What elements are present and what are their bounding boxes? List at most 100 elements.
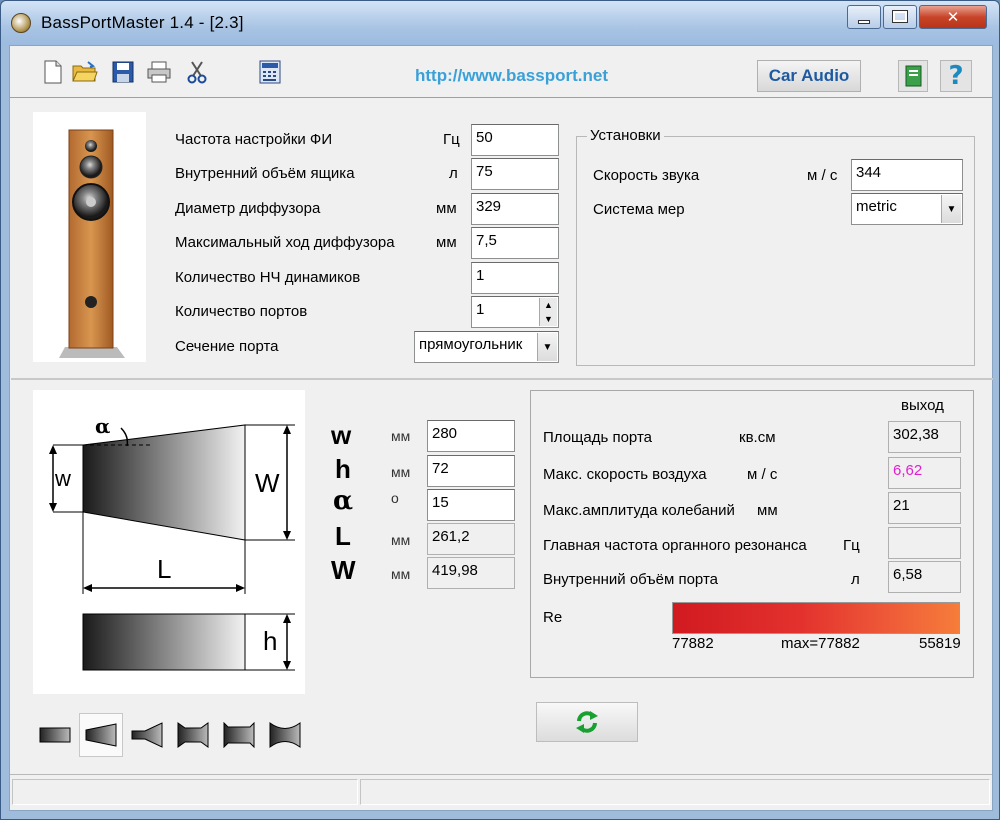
cut-icon[interactable] bbox=[184, 59, 210, 85]
website-link[interactable]: http://www.bassport.net bbox=[415, 66, 608, 86]
amplitude-output: 21 bbox=[888, 492, 961, 524]
l-unit: мм bbox=[391, 532, 411, 548]
length-label: L bbox=[157, 554, 172, 584]
air-speed-label: Макс. скорость воздуха bbox=[543, 466, 707, 483]
parameters-panel: Частота настройки ФИ Гц 50 Внутренний об… bbox=[11, 98, 993, 380]
sound-speed-input[interactable]: 344 bbox=[851, 159, 963, 191]
cone-diameter-input[interactable]: 329 bbox=[471, 193, 559, 225]
sound-speed-label: Скорость звука bbox=[593, 167, 700, 184]
status-segment-right bbox=[360, 779, 990, 805]
alpha-input[interactable]: 15 bbox=[427, 489, 515, 521]
horn-port-icon[interactable] bbox=[125, 713, 169, 757]
rectangle-port-icon[interactable] bbox=[33, 713, 77, 757]
minimize-button[interactable] bbox=[847, 5, 881, 29]
w-symbol: w bbox=[331, 420, 352, 450]
small-w-label: w bbox=[55, 466, 71, 491]
l-symbol: L bbox=[335, 521, 351, 551]
chevron-down-icon[interactable]: ▼ bbox=[537, 333, 557, 361]
sound-speed-unit: м / с bbox=[807, 167, 838, 184]
h-symbol: h bbox=[335, 454, 351, 484]
chevron-down-icon[interactable]: ▼ bbox=[941, 195, 961, 223]
port-volume-output: 6,58 bbox=[888, 561, 961, 593]
app-icon bbox=[11, 13, 31, 33]
port-section-label: Сечение порта bbox=[175, 338, 279, 355]
port-area-unit: кв.см bbox=[739, 429, 776, 446]
status-bar bbox=[10, 774, 992, 810]
new-file-icon[interactable] bbox=[40, 59, 66, 85]
spin-down-icon[interactable]: ▼ bbox=[540, 312, 557, 326]
tuning-frequency-unit: Гц bbox=[443, 131, 460, 148]
help-icon[interactable]: ? bbox=[940, 60, 972, 92]
w-input[interactable]: 280 bbox=[427, 420, 515, 452]
port-section-value: прямоугольник bbox=[419, 336, 523, 353]
port-area-label: Площадь порта bbox=[543, 429, 652, 446]
book-icon[interactable] bbox=[898, 60, 928, 92]
height-label: h bbox=[263, 626, 278, 656]
speaker-image bbox=[33, 112, 146, 362]
h-unit: мм bbox=[391, 464, 411, 480]
box-volume-input[interactable]: 75 bbox=[471, 158, 559, 190]
refresh-icon bbox=[576, 711, 598, 733]
port-diagram: α w W L h bbox=[33, 390, 305, 694]
port-count-label: Количество портов bbox=[175, 303, 308, 320]
big-w-unit: мм bbox=[391, 566, 411, 582]
toolbar: http://www.bassport.net Car Audio ? bbox=[10, 46, 992, 98]
spin-arrows[interactable]: ▲ ▼ bbox=[539, 298, 557, 326]
woofer-count-input[interactable]: 1 bbox=[471, 262, 559, 294]
amplitude-label: Макс.амплитуда колебаний bbox=[543, 502, 735, 519]
l-output: 261,2 bbox=[427, 523, 515, 555]
big-w-output: 419,98 bbox=[427, 557, 515, 589]
reynolds-label: Re bbox=[543, 609, 563, 626]
reynolds-end: 55819 bbox=[919, 635, 961, 652]
port-count-spinner[interactable]: 1 ▲ ▼ bbox=[471, 296, 559, 328]
port-volume-unit: л bbox=[851, 571, 860, 588]
save-icon[interactable] bbox=[110, 59, 136, 85]
port-count-value: 1 bbox=[476, 301, 485, 318]
port-section-select[interactable]: прямоугольник ▼ bbox=[414, 331, 559, 363]
car-audio-button[interactable]: Car Audio bbox=[757, 60, 861, 92]
alpha-symbol: α bbox=[333, 486, 354, 516]
settings-title: Установки bbox=[587, 127, 664, 144]
cone-excursion-label: Максимальный ход диффузора bbox=[175, 234, 395, 251]
double-flare-port-icon[interactable] bbox=[171, 713, 215, 757]
print-icon[interactable] bbox=[146, 59, 172, 85]
reynolds-max: max=77882 bbox=[781, 635, 860, 652]
i-beam-port-icon[interactable] bbox=[217, 713, 261, 757]
status-segment-left bbox=[12, 779, 358, 805]
tuning-frequency-input[interactable]: 50 bbox=[471, 124, 559, 156]
organ-resonance-label: Главная частота органного резонанса bbox=[543, 537, 807, 554]
alpha-label: α bbox=[95, 414, 111, 438]
tapered-port-icon[interactable] bbox=[79, 713, 123, 757]
port-volume-label: Внутренний объём порта bbox=[543, 571, 718, 588]
big-w-label: W bbox=[255, 468, 280, 498]
window-title: BassPortMaster 1.4 - [2.3] bbox=[41, 13, 244, 32]
w-unit: мм bbox=[391, 428, 411, 444]
results-panel: выход Площадь порта кв.см 302,38 Макс. с… bbox=[530, 390, 974, 678]
spin-up-icon[interactable]: ▲ bbox=[540, 298, 557, 312]
air-speed-output: 6,62 bbox=[888, 457, 961, 489]
measure-system-select[interactable]: metric ▼ bbox=[851, 193, 963, 225]
refresh-button[interactable] bbox=[536, 702, 638, 742]
amplitude-unit: мм bbox=[757, 502, 778, 519]
box-volume-unit: л bbox=[449, 165, 458, 182]
alpha-unit: o bbox=[391, 490, 399, 506]
close-button[interactable]: ✕ bbox=[919, 5, 987, 29]
cone-excursion-input[interactable]: 7,5 bbox=[471, 227, 559, 259]
calculator-icon[interactable] bbox=[257, 59, 283, 85]
measure-system-label: Система мер bbox=[593, 201, 685, 218]
measure-system-value: metric bbox=[856, 198, 897, 215]
open-folder-icon[interactable] bbox=[72, 59, 98, 85]
port-geometry-panel: α w W L h w мм 280 h мм 72 α o 15 L мм 2… bbox=[11, 380, 993, 774]
bowtie-port-icon[interactable] bbox=[263, 713, 307, 757]
cone-diameter-unit: мм bbox=[436, 200, 457, 217]
port-area-output: 302,38 bbox=[888, 421, 961, 453]
settings-group: Установки Скорость звука м / с 344 Систе… bbox=[576, 127, 975, 366]
big-w-symbol: W bbox=[331, 555, 356, 585]
woofer-count-label: Количество НЧ динамиков bbox=[175, 269, 361, 286]
h-input[interactable]: 72 bbox=[427, 455, 515, 487]
maximize-button[interactable] bbox=[883, 5, 917, 29]
title-bar[interactable]: BassPortMaster 1.4 - [2.3] ✕ bbox=[1, 1, 999, 45]
box-volume-label: Внутренний объём ящика bbox=[175, 165, 355, 182]
tuning-frequency-label: Частота настройки ФИ bbox=[175, 131, 333, 148]
organ-resonance-unit: Гц bbox=[843, 537, 860, 554]
